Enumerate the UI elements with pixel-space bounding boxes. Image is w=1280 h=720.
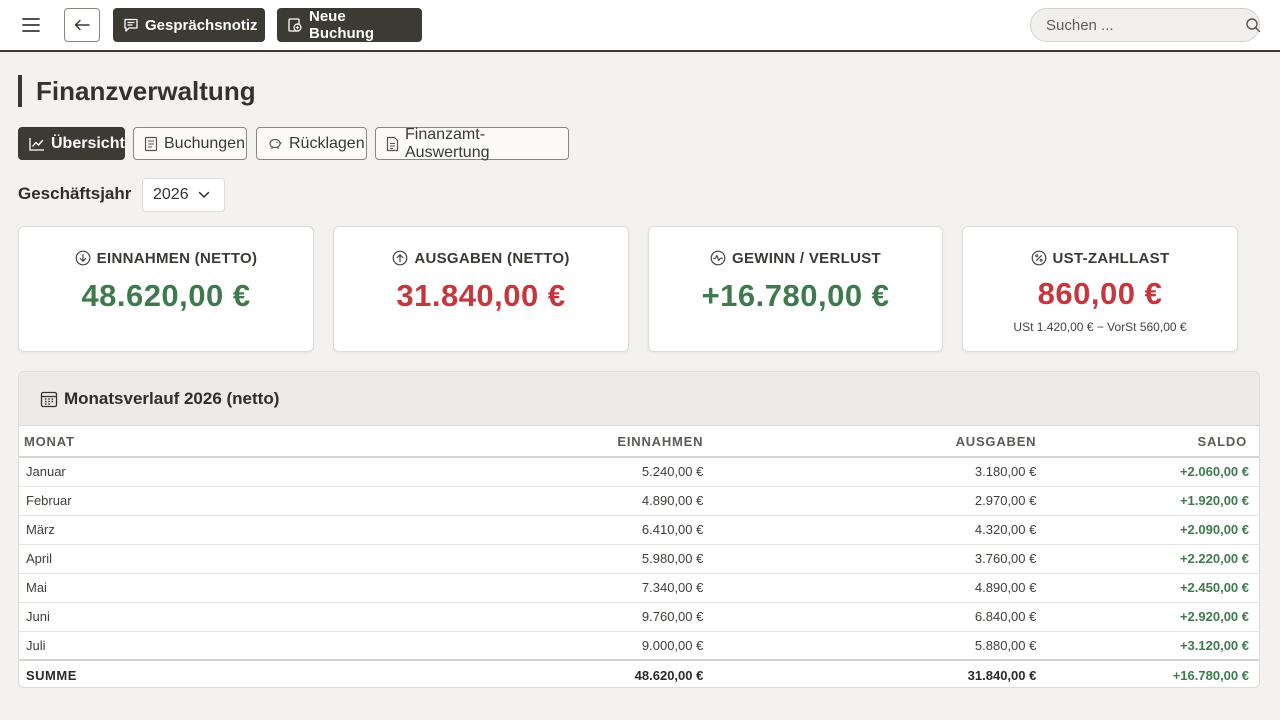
kpi-card-income: EINNAHMEN (NETTO) 48.620,00 € [18,226,314,352]
search-input[interactable] [1046,16,1245,34]
tab-label: Übersicht [51,134,125,152]
panel-title: Monatsverlauf 2026 (netto) [64,388,280,408]
kpi-card-profit: GEWINN / VERLUST +16.780,00 € [648,226,943,352]
income-cell: 9.000,00 € [168,631,704,661]
column-header-month[interactable]: MONAT [19,426,169,458]
saldo-cell: +3.120,00 € [1036,631,1259,661]
total-saldo-cell: +16.780,00 € [1036,659,1259,687]
ledger-icon [144,136,158,152]
month-cell: März [19,515,169,545]
arrow-left-icon [74,19,90,31]
saldo-cell: +2.220,00 € [1036,544,1259,574]
tab-uebersicht[interactable]: Übersicht [18,127,125,160]
kpi-value: 860,00 € [1037,276,1163,311]
message-square-icon [123,17,139,33]
month-cell: Juli [19,631,169,661]
month-cell: Januar [19,457,169,487]
month-cell: Juni [19,602,169,632]
column-header-income[interactable]: EINNAHMEN [168,426,704,458]
tab-ruecklagen[interactable]: Rücklagen [256,127,367,160]
income-cell: 7.340,00 € [168,573,704,603]
kpi-label: GEWINN / VERLUST [732,249,881,267]
kpi-value: 48.620,00 € [81,278,251,313]
kpi-card-expenses: AUSGABEN (NETTO) 31.840,00 € [333,226,629,352]
search-icon[interactable] [1245,17,1261,33]
month-cell: April [19,544,169,574]
column-header-expenses[interactable]: AUSGABEN [703,426,1037,458]
saldo-cell: +2.920,00 € [1036,602,1259,632]
document-icon [386,136,399,152]
piggy-bank-icon [267,137,283,151]
table-row: Juli 9.000,00 € 5.880,00 € +3.120,00 € [19,631,1259,661]
kpi-label: UST-ZAHLLAST [1052,249,1170,267]
trend-chart-icon [29,137,45,151]
table-row: März 6.410,00 € 4.320,00 € +2.090,00 € [19,515,1259,545]
income-cell: 5.980,00 € [168,544,704,574]
calendar-icon [40,390,58,408]
fiscal-year-label: Geschäftsjahr [18,184,132,203]
monthly-table: MONAT EINNAHMEN AUSGABEN SALDO Januar 5.… [19,426,1259,687]
kpi-value: 31.840,00 € [396,278,566,313]
kpi-label: EINNAHMEN (NETTO) [96,249,258,267]
call-note-button[interactable]: Gesprächsnotiz [113,8,265,42]
expenses-cell: 3.180,00 € [703,457,1037,487]
total-expenses-cell: 31.840,00 € [703,659,1037,687]
table-row: Juni 9.760,00 € 6.840,00 € +2.920,00 € [19,602,1259,632]
tab-label: Finanzamt-Auswertung [405,125,490,161]
income-cell: 9.760,00 € [168,602,704,632]
saldo-cell: +2.450,00 € [1036,573,1259,603]
arrow-down-circle-icon [75,250,91,266]
kpi-subtext: USt 1.420,00 € − VorSt 560,00 € [1013,320,1187,334]
tab-label: Buchungen [164,134,245,152]
chevron-down-icon [198,191,210,199]
table-row: Februar 4.890,00 € 2.970,00 € +1.920,00 … [19,486,1259,516]
saldo-cell: +2.060,00 € [1036,457,1259,487]
call-note-label: Gesprächsnotiz [145,16,258,34]
fiscal-year-value: 2026 [153,186,189,203]
table-row: Mai 7.340,00 € 4.890,00 € +2.450,00 € [19,573,1259,603]
expenses-cell: 6.840,00 € [703,602,1037,632]
income-cell: 6.410,00 € [168,515,704,545]
table-header-row: MONAT EINNAHMEN AUSGABEN SALDO [19,426,1259,458]
table-total-row: SUMME 48.620,00 € 31.840,00 € +16.780,00… [19,659,1259,687]
new-booking-label: Neue Buchung [309,8,374,42]
table-row: April 5.980,00 € 3.760,00 € +2.220,00 € [19,544,1259,574]
arrow-up-circle-icon [392,250,408,266]
saldo-cell: +2.090,00 € [1036,515,1259,545]
fiscal-year-select[interactable]: 2026 [142,178,225,212]
column-header-saldo[interactable]: SALDO [1036,426,1259,458]
kpi-card-vat: UST-ZAHLLAST 860,00 € USt 1.420,00 € − V… [962,226,1238,352]
page-title: Finanzverwaltung [18,75,256,107]
expenses-cell: 4.890,00 € [703,573,1037,603]
monthly-overview-panel: Monatsverlauf 2026 (netto) MONAT EINNAHM… [18,371,1260,688]
kpi-label: AUSGABEN (NETTO) [414,249,570,267]
month-cell: Mai [19,573,169,603]
saldo-cell: +1.920,00 € [1036,486,1259,516]
income-cell: 5.240,00 € [168,457,704,487]
total-label-cell: SUMME [19,659,169,687]
receipt-plus-icon [287,17,303,33]
kpi-value: +16.780,00 € [701,278,890,313]
table-row: Januar 5.240,00 € 3.180,00 € +2.060,00 € [19,457,1259,487]
hamburger-menu-icon[interactable] [14,10,48,40]
percent-circle-icon [1031,250,1047,266]
total-income-cell: 48.620,00 € [168,659,704,687]
tab-label: Rücklagen [289,134,365,152]
tab-buchungen[interactable]: Buchungen [133,127,247,160]
expenses-cell: 4.320,00 € [703,515,1037,545]
expenses-cell: 5.880,00 € [703,631,1037,661]
expenses-cell: 3.760,00 € [703,544,1037,574]
top-bar: Gesprächsnotiz Neue Buchung [0,0,1280,52]
new-booking-button[interactable]: Neue Buchung [277,8,422,42]
tab-finanzamt-auswertung[interactable]: Finanzamt-Auswertung [375,125,569,161]
back-button[interactable] [64,8,100,42]
expenses-cell: 2.970,00 € [703,486,1037,516]
income-cell: 4.890,00 € [168,486,704,516]
search-box [1030,8,1261,42]
month-cell: Februar [19,486,169,516]
panel-header: Monatsverlauf 2026 (netto) [19,372,1259,426]
pulse-circle-icon [710,250,726,266]
